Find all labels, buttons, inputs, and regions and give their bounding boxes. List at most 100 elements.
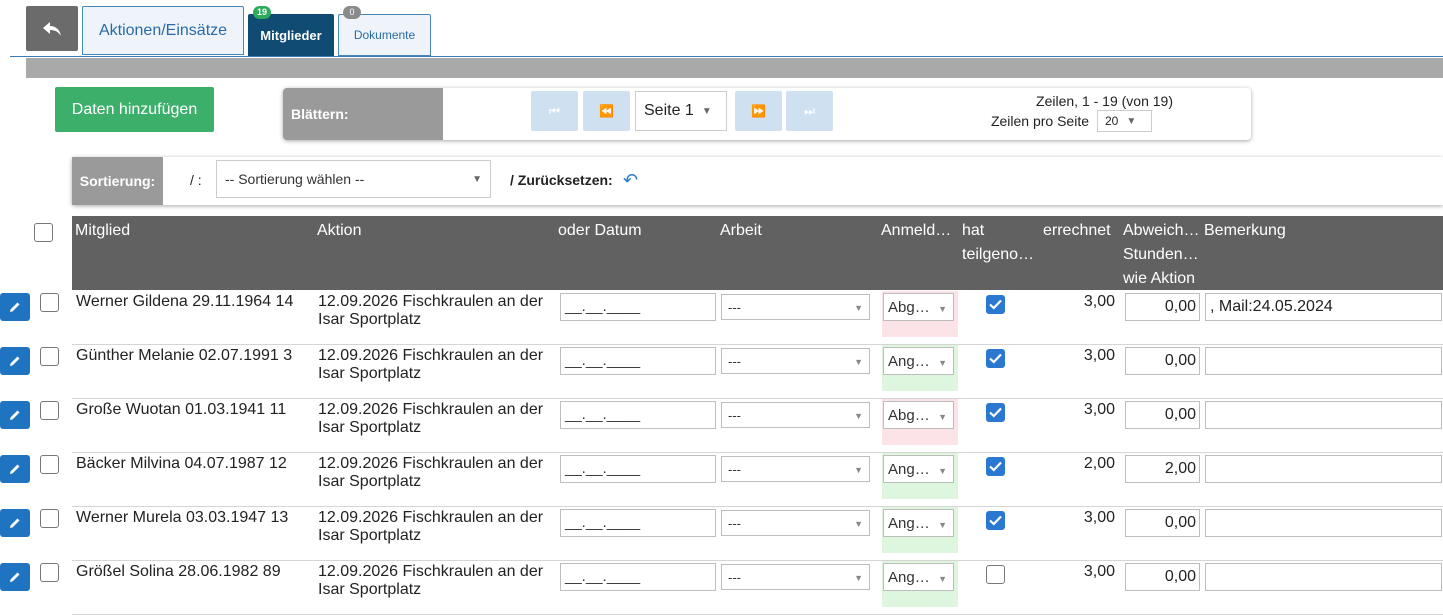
deviation-hours-input[interactable]: 0,00	[1125, 347, 1200, 375]
action-cell: 12.09.2026 Fischkraulen an der Isar Spor…	[318, 509, 544, 544]
member-cell: Große Wuotan 01.03.1941 11	[76, 401, 287, 418]
back-button[interactable]	[26, 6, 78, 51]
work-select[interactable]: --- ▼	[721, 402, 870, 428]
registration-select[interactable]: Ang… ▼	[883, 347, 954, 375]
note-input[interactable]	[1205, 347, 1442, 375]
table-header: Mitglied Aktion oder Datum Arbeit Anmeld…	[72, 216, 1443, 290]
date-input[interactable]: __.__.____	[560, 347, 716, 375]
add-data-button[interactable]: Daten hinzufügen	[55, 87, 214, 132]
registration-value: Abg…	[888, 299, 930, 316]
first-page-button[interactable]: ⏮	[531, 91, 578, 131]
check-icon	[989, 515, 1002, 526]
took-part-checkbox[interactable]	[986, 403, 1005, 422]
calculated-hours: 3,00	[1083, 563, 1115, 580]
registration-select[interactable]: Ang… ▼	[883, 509, 954, 537]
col-work[interactable]: Arbeit	[720, 219, 762, 243]
registration-select[interactable]: Ang… ▼	[883, 455, 954, 483]
row-select-checkbox[interactable]	[40, 293, 59, 312]
date-input[interactable]: __.__.____	[560, 293, 716, 321]
work-select[interactable]: --- ▼	[721, 564, 870, 590]
tab-members[interactable]: 19 Mitglieder	[248, 6, 334, 56]
row-select-checkbox[interactable]	[40, 347, 59, 366]
row-select-checkbox[interactable]	[40, 563, 59, 582]
col-calculated[interactable]: errechnet	[1043, 219, 1111, 243]
note-input[interactable]	[1205, 509, 1442, 537]
deviation-hours-input[interactable]: 0,00	[1125, 563, 1200, 591]
edit-button[interactable]	[0, 455, 30, 483]
col-action[interactable]: Aktion	[317, 219, 361, 243]
sort-select[interactable]: -- Sortierung wählen -- ▼	[216, 160, 491, 198]
edit-button[interactable]	[0, 509, 30, 537]
last-page-button[interactable]: ⏭	[786, 91, 833, 131]
took-part-checkbox[interactable]	[986, 457, 1005, 476]
action-cell: 12.09.2026 Fischkraulen an der Isar Spor…	[318, 401, 544, 436]
work-select[interactable]: --- ▼	[721, 510, 870, 536]
prev-page-button[interactable]: ⏪	[583, 91, 630, 131]
col-date[interactable]: oder Datum	[558, 219, 642, 243]
caret-down-icon: ▼	[938, 574, 947, 584]
registration-value: Ang…	[888, 515, 930, 532]
note-input[interactable]: , Mail:24.05.2024	[1205, 293, 1442, 321]
work-select[interactable]: --- ▼	[721, 348, 870, 374]
member-cell: Günther Melanie 02.07.1991 3	[76, 347, 293, 364]
table-row: Bäcker Milvina 04.07.1987 12 12.09.2026 …	[0, 453, 1443, 507]
caret-down-icon: ▼	[938, 466, 947, 476]
edit-button[interactable]	[0, 563, 30, 591]
sort-label: Sortierung:	[72, 157, 163, 205]
date-input[interactable]: __.__.____	[560, 563, 716, 591]
undo-icon[interactable]: ↶	[623, 170, 638, 191]
row-select-checkbox[interactable]	[40, 509, 59, 528]
calculated-hours: 3,00	[1083, 293, 1115, 310]
work-select[interactable]: --- ▼	[721, 456, 870, 482]
table-row: Große Wuotan 01.03.1941 11 12.09.2026 Fi…	[0, 399, 1443, 453]
tab-documents[interactable]: 0 Dokumente	[338, 6, 431, 56]
col-took-part-line2: teilgeno…	[962, 246, 1035, 263]
work-select-value: ---	[728, 462, 741, 477]
rows-per-page-label: Zeilen pro Seite	[990, 113, 1089, 129]
col-note[interactable]: Bemerkung	[1204, 219, 1286, 243]
tab-actions[interactable]: Aktionen/Einsätze	[82, 6, 244, 55]
member-cell: Werner Gildena 29.11.1964 14	[76, 293, 294, 310]
deviation-hours-input[interactable]: 0,00	[1125, 293, 1200, 321]
deviation-hours-input[interactable]: 0,00	[1125, 509, 1200, 537]
date-input[interactable]: __.__.____	[560, 455, 716, 483]
took-part-checkbox[interactable]	[986, 511, 1005, 530]
took-part-checkbox[interactable]	[986, 565, 1005, 584]
deviation-hours-input[interactable]: 0,00	[1125, 401, 1200, 429]
pager: Blättern: ⏮ ⏪ Seite 1 ▼ ⏩ ⏭ Zeilen, 1 - …	[283, 88, 1251, 140]
edit-button[interactable]	[0, 347, 30, 375]
edit-button[interactable]	[0, 293, 30, 321]
action-cell: 12.09.2026 Fischkraulen an der Isar Spor…	[318, 455, 544, 490]
col-took-part[interactable]: hat teilgeno…	[962, 219, 1034, 267]
col-registration[interactable]: Anmeld…	[881, 219, 951, 243]
col-member[interactable]: Mitglied	[75, 219, 130, 243]
row-select-checkbox[interactable]	[40, 455, 59, 474]
add-data-label: Daten hinzufügen	[71, 100, 198, 118]
note-input[interactable]	[1205, 401, 1442, 429]
date-input[interactable]: __.__.____	[560, 509, 716, 537]
took-part-checkbox[interactable]	[986, 349, 1005, 368]
date-input[interactable]: __.__.____	[560, 401, 716, 429]
edit-button[interactable]	[0, 401, 30, 429]
table-row: Größel Solina 28.06.1982 89 12.09.2026 F…	[0, 561, 1443, 615]
tab-documents-label: Dokumente	[353, 28, 416, 42]
row-select-checkbox[interactable]	[40, 401, 59, 420]
select-all-checkbox[interactable]	[34, 223, 53, 242]
deviation-hours-input[interactable]: 2,00	[1125, 455, 1200, 483]
note-input[interactable]	[1205, 563, 1442, 591]
next-page-button[interactable]: ⏩	[735, 91, 782, 131]
took-part-checkbox[interactable]	[986, 295, 1005, 314]
col-deviation[interactable]: Abweich… Stunden… wie Aktion	[1123, 219, 1199, 291]
last-page-icon: ⏭	[804, 103, 815, 118]
registration-select[interactable]: Abg… ▼	[883, 401, 954, 429]
col-deviation-line1: Abweich…	[1123, 222, 1200, 239]
check-icon	[989, 461, 1002, 472]
rows-per-page-select[interactable]: 20 ▼	[1097, 110, 1152, 132]
registration-select[interactable]: Abg… ▼	[883, 293, 954, 321]
page-select[interactable]: Seite 1 ▼	[635, 91, 727, 131]
registration-value: Ang…	[888, 461, 930, 478]
members-count-badge: 19	[253, 6, 271, 19]
work-select[interactable]: --- ▼	[721, 294, 870, 320]
note-input[interactable]	[1205, 455, 1442, 483]
registration-select[interactable]: Ang… ▼	[883, 563, 954, 591]
